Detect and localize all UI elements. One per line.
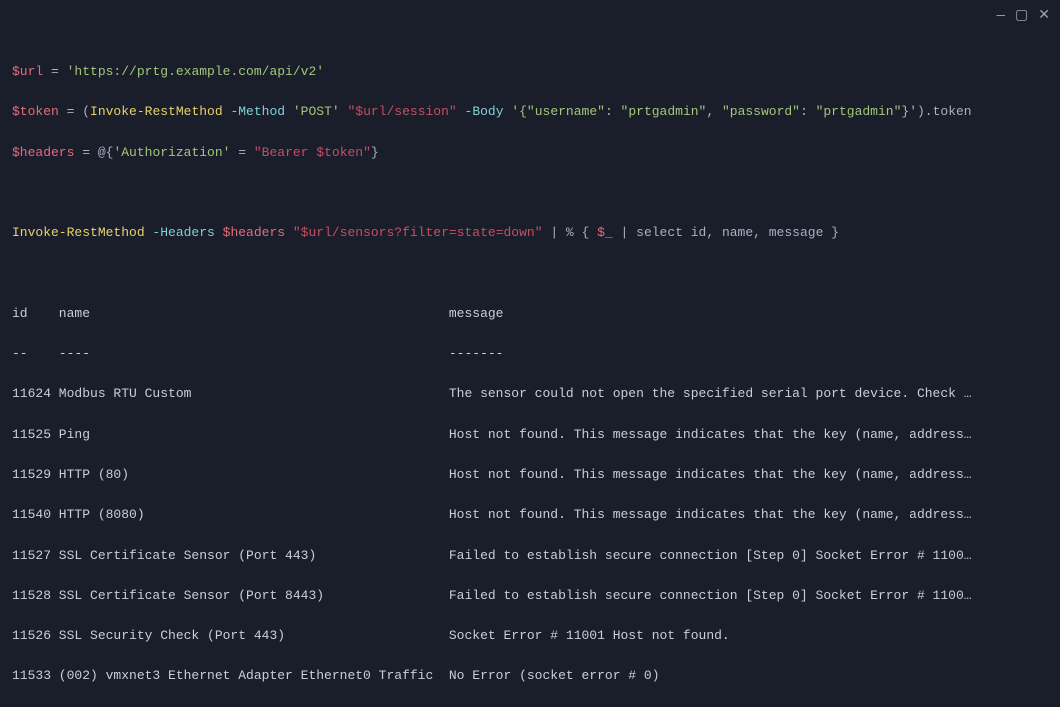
- table-row: 11533 (002) vmxnet3 Ethernet Adapter Eth…: [12, 666, 1048, 686]
- close-brace: }: [371, 145, 379, 160]
- cmd-irm-2: Invoke-RestMethod: [12, 225, 145, 240]
- table-row: 11526 SSL Security Check (Port 443) Sock…: [12, 626, 1048, 646]
- cmd-irm: Invoke-RestMethod: [90, 104, 223, 119]
- auth-key: 'Authorization': [113, 145, 230, 160]
- body-json: '{"username": "prtgadmin", "password": "…: [511, 104, 917, 119]
- param-body: -Body: [457, 104, 512, 119]
- terminal-output: $url = 'https://prtg.example.com/api/v2'…: [0, 0, 1060, 707]
- code-line-5: Invoke-RestMethod -Headers $headers "$ur…: [12, 223, 1048, 243]
- param-method: -Method: [223, 104, 293, 119]
- code-line-1: $url = 'https://prtg.example.com/api/v2': [12, 62, 1048, 82]
- sensors-url: "$url/sensors?filter=state=down": [285, 225, 542, 240]
- op-eq-paren: = (: [59, 104, 90, 119]
- table-row: 11624 Modbus RTU Custom The sensor could…: [12, 384, 1048, 404]
- minimize-icon[interactable]: —: [997, 6, 1005, 28]
- maximize-icon[interactable]: ▢: [1015, 6, 1028, 28]
- close-icon[interactable]: ✕: [1038, 6, 1050, 28]
- var-token: $token: [12, 104, 59, 119]
- pipe-foreach: | % {: [543, 225, 598, 240]
- table1-divider: -- ---- -------: [12, 344, 1048, 364]
- var-headers: $headers: [12, 145, 74, 160]
- method-post: 'POST': [293, 104, 340, 119]
- code-line-3: $headers = @{'Authorization' = "Bearer $…: [12, 143, 1048, 163]
- pipe-select: | select id, name, message }: [613, 225, 839, 240]
- tail-token: ).token: [917, 104, 972, 119]
- blank-line-1: [12, 183, 1048, 203]
- op-eq-hash: = @{: [74, 145, 113, 160]
- table-row: 11529 HTTP (80) Host not found. This mes…: [12, 465, 1048, 485]
- table-row: 11528 SSL Certificate Sensor (Port 8443)…: [12, 586, 1048, 606]
- auth-value: "Bearer $token": [254, 145, 371, 160]
- blank-line-2: [12, 264, 1048, 284]
- code-line-2: $token = (Invoke-RestMethod -Method 'POS…: [12, 102, 1048, 122]
- table1-header: id name message: [12, 304, 1048, 324]
- op-eq: =: [43, 64, 66, 79]
- session-url: "$url/session": [340, 104, 457, 119]
- url-string: 'https://prtg.example.com/api/v2': [67, 64, 324, 79]
- table-row: 11540 HTTP (8080) Host not found. This m…: [12, 505, 1048, 525]
- var-headers-2: $headers: [223, 225, 285, 240]
- table-row: 11527 SSL Certificate Sensor (Port 443) …: [12, 546, 1048, 566]
- op-eq2: =: [230, 145, 253, 160]
- table-row: 11525 Ping Host not found. This message …: [12, 425, 1048, 445]
- var-it: $_: [597, 225, 613, 240]
- var-url: $url: [12, 64, 43, 79]
- param-headers: -Headers: [145, 225, 223, 240]
- window-controls: — ▢ ✕: [997, 6, 1050, 28]
